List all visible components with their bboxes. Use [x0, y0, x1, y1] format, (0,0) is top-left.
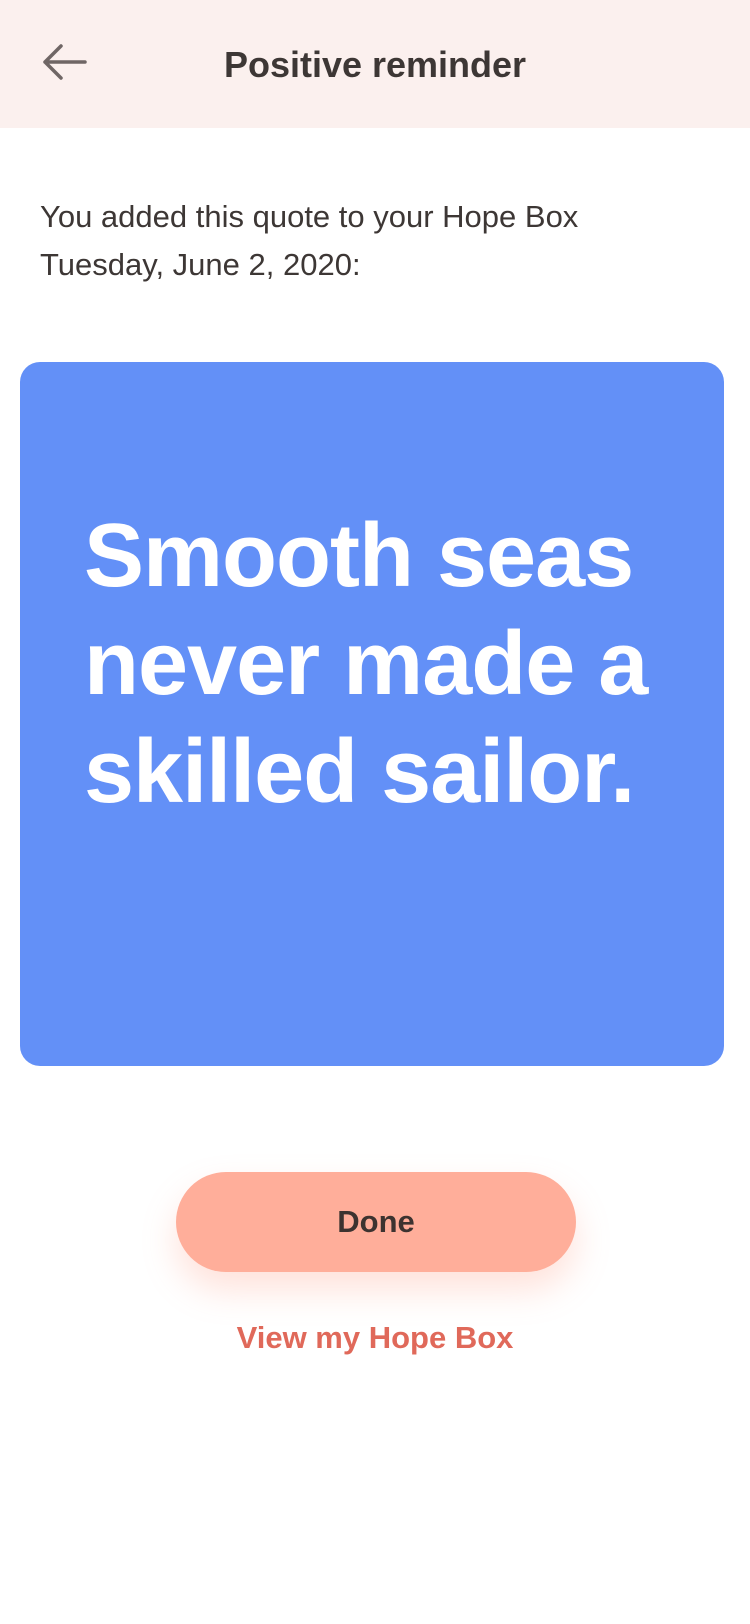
page-title: Positive reminder [223, 44, 527, 85]
view-hope-box-link[interactable]: View my Hope Box [0, 1320, 750, 1356]
app-header: Positive reminder [0, 0, 750, 128]
quote-card: Smooth seas never made a skilled sailor. [20, 362, 724, 1066]
done-button-label: Done [337, 1204, 415, 1239]
intro-text: You added this quote to your Hope Box Tu… [40, 193, 700, 289]
quote-text: Smooth seas never made a skilled sailor. [84, 506, 648, 822]
intro-line-added: You added this quote to your Hope Box [40, 199, 579, 234]
intro-line-date: Tuesday, June 2, 2020: [40, 247, 361, 282]
done-button[interactable]: Done [176, 1172, 576, 1272]
